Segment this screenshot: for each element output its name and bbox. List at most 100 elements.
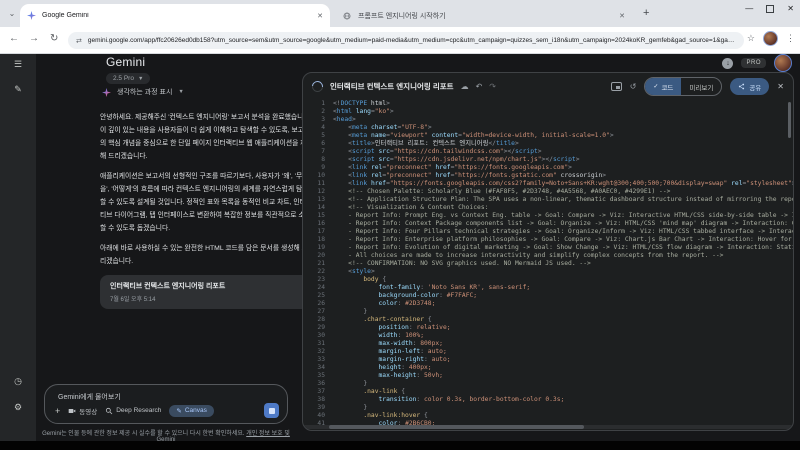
browser-menu-icon[interactable]: ⋮ <box>786 33 795 44</box>
forward-icon[interactable]: → <box>29 33 39 44</box>
window-close-button[interactable]: ✕ <box>787 4 794 13</box>
browser-profile-avatar[interactable] <box>763 31 778 46</box>
code-line: 10 <link rel="preconnect" href="https://… <box>303 172 793 180</box>
code-line: 19 - Report Info: Evolution of digital m… <box>303 244 793 252</box>
code-line: 16 - Report Info: Context Package compon… <box>303 220 793 228</box>
close-canvas-icon[interactable]: ✕ <box>777 82 784 91</box>
artifact-card[interactable]: 인터랙티브 컨텍스트 엔지니어링 리포트 7월 6일 오후 5:14 <box>100 275 312 309</box>
code-line: 28 .chart-container { <box>303 316 793 324</box>
code-line: 31 max-width: 800px; <box>303 340 793 348</box>
code-line: 17 - Report Info: Four Pillars technical… <box>303 228 793 236</box>
canvas-header: 인터랙티브 컨텍스트 엔지니어링 리포트 ☁ ↶ ↷ ↺ ✓ 코드 미리보기 <box>303 73 793 100</box>
code-line: 7 <script src="https://cdn.tailwindcss.c… <box>303 148 793 156</box>
code-line: 26 color: #2D3748; <box>303 300 793 308</box>
canvas-header-right: ↺ ✓ 코드 미리보기 공유 <box>611 77 784 96</box>
chip-label: Canvas <box>185 407 207 414</box>
window-controls: — ✕ <box>745 4 794 13</box>
undo-icon[interactable]: ↶ <box>476 82 483 91</box>
browser-tab-gemini[interactable]: Google Gemini ✕ <box>20 4 330 27</box>
gemini-sparkle-icon <box>102 88 111 97</box>
code-line: 1<!DOCTYPE html> <box>303 100 793 108</box>
code-preview-toggle: ✓ 코드 미리보기 <box>644 77 722 96</box>
code-line: 24 font-family: 'Noto Sans KR', sans-ser… <box>303 284 793 292</box>
code-line: 32 margin-left: auto; <box>303 348 793 356</box>
code-editor[interactable]: 1<!DOCTYPE html>2<html lang="ko">3<head>… <box>303 100 793 425</box>
browser-tab-prompt-engineering[interactable]: 프롬프트 엔지니어링 시작하기 ✕ <box>336 4 632 27</box>
back-icon[interactable]: ← <box>9 33 19 44</box>
model-response: 안녕하세요. 제공해주신 '컨텍스트 엔지니어링' 보고서 분석을 완료했습니다… <box>100 111 314 309</box>
code-line: 33 margin-right: auto; <box>303 356 793 364</box>
download-circle-icon[interactable]: ↓ <box>722 58 733 69</box>
code-tab-label: 코드 <box>661 82 673 92</box>
artifact-title: 인터랙티브 컨텍스트 엔지니어링 리포트 <box>110 281 302 291</box>
code-line: 14 <!-- Visualization & Content Choices: <box>303 204 793 212</box>
new-tab-button[interactable]: + <box>643 7 649 20</box>
chip-label: Deep Research <box>116 407 161 414</box>
code-line: 2<html lang="ko"> <box>303 108 793 116</box>
prompt-placeholder: Gemini에게 물어보기 <box>58 392 121 402</box>
gemini-app: ☰ ✎ ◷ ⚙ Gemini 2.5 Pro ▼ ↓ PRO 생각하는 과정 표… <box>0 54 800 441</box>
video-chip[interactable]: 동영상 <box>68 406 97 416</box>
message-paragraph: 안녕하세요. 제공해주신 '컨텍스트 엔지니어링' 보고서 분석을 완료했습니다… <box>100 111 314 163</box>
site-info-icon[interactable]: ⇄ <box>76 37 82 45</box>
chip-label: 동영상 <box>79 406 97 416</box>
canvas-chip[interactable]: ✎ Canvas <box>169 405 214 417</box>
code-line: 37 .nav-link { <box>303 388 793 396</box>
window-maximize-button[interactable] <box>766 5 774 13</box>
refresh-icon[interactable]: ↻ <box>50 33 58 44</box>
canvas-panel: 인터랙티브 컨텍스트 엔지니어링 리포트 ☁ ↶ ↷ ↺ ✓ 코드 미리보기 <box>302 72 794 431</box>
code-line: 15 - Report Info: Prompt Eng. vs Context… <box>303 212 793 220</box>
model-selector[interactable]: 2.5 Pro ▼ <box>106 73 150 84</box>
code-line: 20 - All choices are made to increase in… <box>303 252 793 260</box>
stop-generating-button[interactable] <box>264 403 279 418</box>
window-minimize-button[interactable]: — <box>745 4 753 13</box>
code-line: 9 <link rel="preconnect" href="https://f… <box>303 164 793 172</box>
open-in-window-icon[interactable] <box>611 82 622 91</box>
account-avatar[interactable] <box>774 54 792 72</box>
code-line: 39 } <box>303 404 793 412</box>
code-line: 6 <title>인터랙티브 리포트: 컨텍스트 엔지니어링</title> <box>303 140 793 148</box>
code-line: 13 <!-- Application Structure Plan: The … <box>303 196 793 204</box>
app-top-right: ↓ PRO <box>722 54 792 72</box>
artifact-timestamp: 7월 6일 오후 5:14 <box>110 294 302 303</box>
bookmark-star-icon[interactable]: ☆ <box>747 33 755 44</box>
address-bar[interactable]: ⇄ gemini.google.com/app/ffc20626ed0db158… <box>68 32 744 49</box>
canvas-pen-icon: ✎ <box>176 407 181 415</box>
history-icon[interactable]: ◷ <box>0 376 36 387</box>
bottom-strip <box>0 441 800 450</box>
share-button[interactable]: 공유 <box>730 78 769 95</box>
vertical-scrollbar[interactable] <box>788 102 791 138</box>
thinking-process-toggle[interactable]: 생각하는 과정 표시 ▼ <box>102 87 184 97</box>
deep-research-chip[interactable]: Deep Research <box>105 407 161 415</box>
toolbar-right: ☆ ⋮ <box>747 31 795 46</box>
code-line: 36 } <box>303 380 793 388</box>
code-line: 25 background-color: #F7FAFC; <box>303 292 793 300</box>
input-toolbar: + 동영상 Deep Research ✎ Canvas <box>55 403 279 418</box>
gemini-sparkle-favicon-icon <box>27 11 36 20</box>
code-line: 3<head> <box>303 116 793 124</box>
share-icon <box>738 83 745 90</box>
code-tab[interactable]: ✓ 코드 <box>645 78 681 95</box>
canvas-title: 인터랙티브 컨텍스트 엔지니어링 리포트 <box>330 81 454 92</box>
add-attachment-icon[interactable]: + <box>55 406 60 416</box>
code-line: 21 <!-- CONFIRMATION: NO SVG graphics us… <box>303 260 793 268</box>
code-line: 12 <!-- Chosen Palette: Scholarly Blue (… <box>303 188 793 196</box>
loading-spinner-icon <box>310 79 325 94</box>
horizontal-scrollbar[interactable] <box>304 425 792 429</box>
tab-close-icon[interactable]: ✕ <box>317 12 323 20</box>
code-line: 27 } <box>303 308 793 316</box>
menu-hamburger-icon[interactable]: ☰ <box>0 59 36 70</box>
version-history-icon[interactable]: ↺ <box>630 82 637 91</box>
settings-gear-icon[interactable]: ⚙ <box>0 402 36 413</box>
preview-tab[interactable]: 미리보기 <box>681 78 721 95</box>
redo-icon[interactable]: ↷ <box>489 82 496 91</box>
tab-title: 프롬프트 엔지니어링 시작하기 <box>358 11 613 21</box>
horizontal-scrollbar-thumb[interactable] <box>329 425 584 429</box>
globe-favicon-icon <box>343 11 352 20</box>
tab-search-button[interactable]: ⌄ <box>5 7 19 20</box>
share-label: 공유 <box>749 82 761 92</box>
code-line: 35 max-height: 50vh; <box>303 372 793 380</box>
tab-close-icon[interactable]: ✕ <box>619 12 625 20</box>
prompt-input[interactable]: Gemini에게 물어보기 + 동영상 Deep Research ✎ <box>44 384 288 424</box>
new-chat-icon[interactable]: ✎ <box>0 84 36 95</box>
